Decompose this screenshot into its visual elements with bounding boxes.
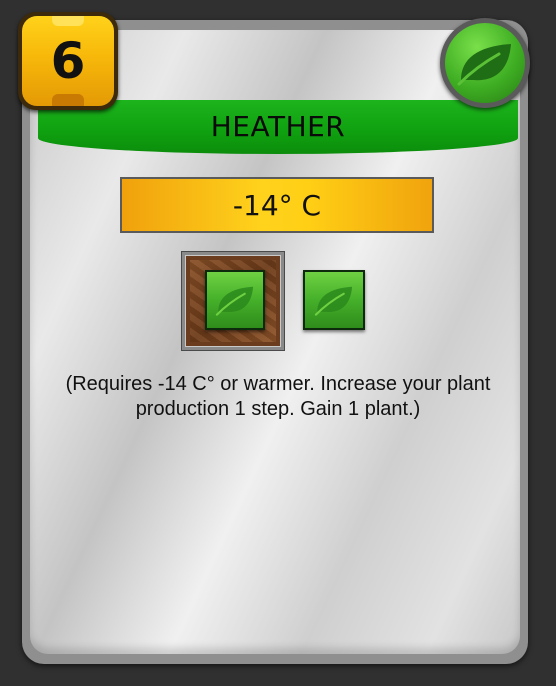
- plant-leaf-icon: [457, 44, 511, 86]
- plant-tag: [440, 18, 530, 108]
- cost-badge-face: 6: [22, 16, 114, 106]
- requirement-text: -14° C: [232, 188, 322, 222]
- card-title: HEATHER: [210, 109, 346, 143]
- plant-leaf-icon: [314, 286, 353, 316]
- plant-tag-face: [445, 23, 525, 103]
- plant-resource-tile: [303, 270, 365, 330]
- cost-value: 6: [50, 32, 86, 90]
- cost-badge: 6: [18, 12, 118, 110]
- plant-leaf-icon: [215, 286, 254, 316]
- plant-production-tile: [205, 270, 265, 330]
- card-description: (Requires -14 C° or warmer. Increase you…: [65, 373, 491, 420]
- temperature-requirement: -14° C: [120, 177, 434, 233]
- card-title-banner: HEATHER: [38, 100, 518, 154]
- card-stage: HEATHER 6 -14° C (Requires -14 C° or war…: [0, 0, 556, 686]
